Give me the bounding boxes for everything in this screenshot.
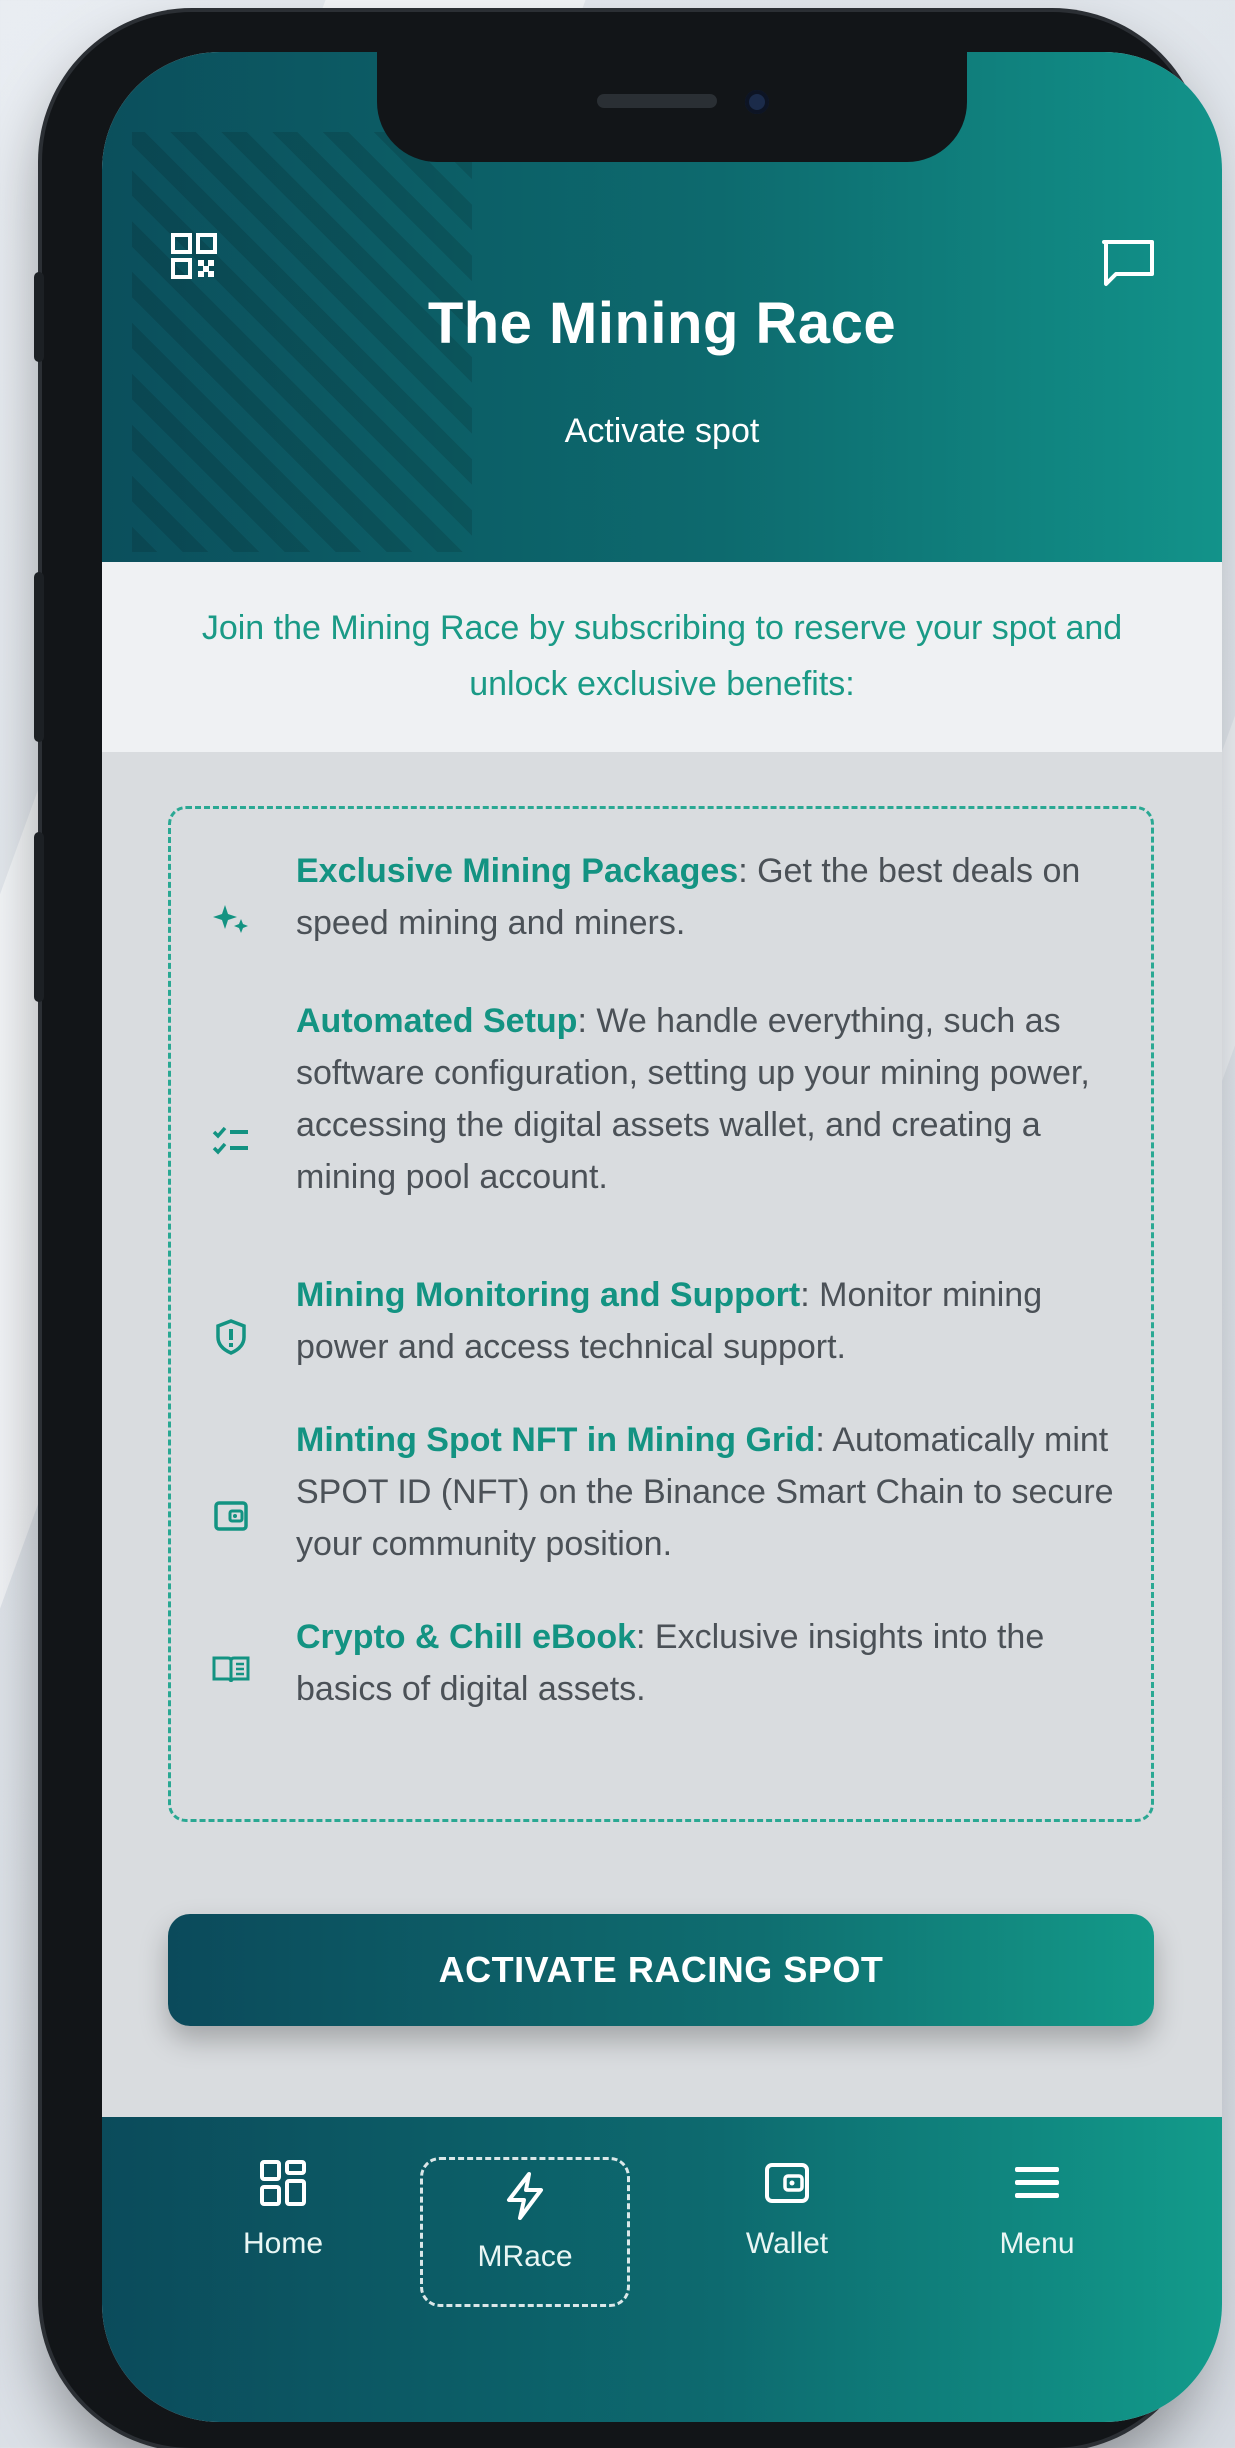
chat-icon[interactable] (1100, 238, 1156, 288)
benefit-title: Crypto & Chill eBook (296, 1618, 637, 1656)
volume-down-button (34, 832, 44, 1002)
benefits-box: Exclusive Mining Packages: Get the best … (168, 806, 1154, 1822)
notch (377, 52, 967, 162)
phone-frame: The Mining Race Activate spot Join the M… (34, 12, 1222, 2448)
wallet-icon (211, 1496, 251, 1536)
bottom-tab-bar: Home MRace Wallet Menu (102, 2117, 1222, 2422)
benefit-text: Automated Setup: We handle everything, s… (296, 995, 1116, 1203)
tab-home[interactable]: Home (178, 2157, 388, 2307)
intro-text: Join the Mining Race by subscribing to r… (201, 609, 1123, 703)
grid-icon (260, 2160, 306, 2206)
tab-menu-label: Menu (999, 2227, 1075, 2260)
benefit-title: Mining Monitoring and Support (296, 1276, 801, 1314)
checklist-icon (211, 1121, 251, 1161)
benefit-title: Exclusive Mining Packages (296, 852, 739, 890)
tab-wallet-label: Wallet (745, 2227, 829, 2260)
benefit-text: Exclusive Mining Packages: Get the best … (296, 845, 1116, 949)
page-title: The Mining Race (427, 291, 897, 356)
tab-wallet[interactable]: Wallet (682, 2157, 892, 2307)
tab-menu[interactable]: Menu (932, 2157, 1142, 2307)
book-icon (211, 1649, 251, 1689)
page-subtitle: Activate spot (564, 412, 760, 450)
benefit-title: Minting Spot NFT in Mining Grid (296, 1421, 816, 1459)
benefit-text: Crypto & Chill eBook: Exclusive insights… (296, 1611, 1116, 1715)
mute-switch (34, 272, 44, 362)
qr-code-icon[interactable] (170, 232, 218, 280)
phone-screen: The Mining Race Activate spot Join the M… (102, 52, 1222, 2422)
front-camera (745, 90, 769, 114)
speaker-grill (597, 94, 717, 108)
activate-racing-spot-button[interactable]: ACTIVATE RACING SPOT (168, 1914, 1154, 2026)
tab-mrace-label: MRace (477, 2240, 573, 2273)
tab-home-label: Home (242, 2227, 324, 2260)
hamburger-icon (1015, 2167, 1059, 2198)
benefit-text: Minting Spot NFT in Mining Grid: Automat… (296, 1414, 1116, 1570)
wallet-icon (765, 2163, 809, 2203)
content-area: Exclusive Mining Packages: Get the best … (102, 752, 1222, 2117)
shield-icon (211, 1317, 251, 1357)
tab-mrace[interactable]: MRace (420, 2157, 630, 2307)
sparkle-icon (211, 899, 251, 939)
volume-up-button (34, 572, 44, 742)
intro-section: Join the Mining Race by subscribing to r… (102, 562, 1222, 752)
bolt-icon (507, 2172, 543, 2220)
benefit-text: Mining Monitoring and Support: Monitor m… (296, 1269, 1116, 1373)
benefit-title: Automated Setup (296, 1002, 578, 1040)
